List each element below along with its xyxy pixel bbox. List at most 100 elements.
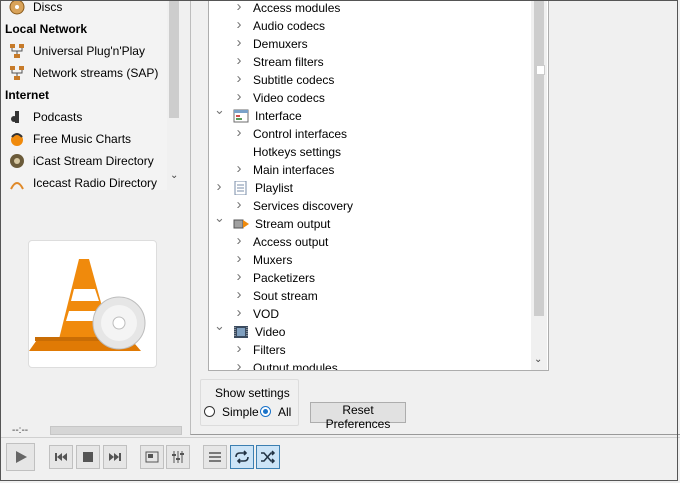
chevron-right-icon[interactable]: › — [234, 88, 244, 105]
tree-item-access-modules[interactable]: › Access modules — [209, 0, 531, 17]
show-settings-title: Show settings — [214, 386, 291, 400]
network-icon — [9, 43, 25, 59]
sidebar-item-label: Icecast Radio Directory — [33, 176, 158, 190]
sidebar-item-icast[interactable]: iCast Stream Directory — [9, 150, 154, 172]
time-elapsed: --:-- — [12, 425, 29, 436]
preferences-tree[interactable]: › Access modules › Audio codecs › Demuxers › St… — [208, 0, 549, 371]
chevron-right-icon[interactable]: › — [234, 250, 244, 267]
playlist-button[interactable] — [203, 445, 227, 469]
tree-item-label: Playlist — [255, 181, 294, 195]
chevron-right-icon[interactable]: › — [234, 196, 244, 213]
tree-item-label: Services discovery — [253, 199, 354, 213]
tree-item-label: Muxers — [253, 253, 293, 267]
sidebar-item-icecast[interactable]: Icecast Radio Directory — [9, 172, 157, 190]
tree-item-stream-filters[interactable]: › Stream filters — [209, 52, 531, 71]
previous-button[interactable] — [49, 445, 73, 469]
reset-preferences-button[interactable]: Reset Preferences — [310, 402, 406, 431]
scroll-marker — [536, 65, 545, 75]
play-icon — [15, 451, 27, 463]
chevron-right-icon[interactable]: › — [234, 34, 244, 51]
tree-scroll-thumb[interactable] — [534, 0, 544, 316]
chevron-right-icon[interactable]: › — [234, 358, 244, 370]
tree-item-label: Demuxers — [253, 37, 308, 51]
tree-item-vod[interactable]: › VOD — [209, 304, 531, 323]
tree-item-packetizers[interactable]: › Packetizers — [209, 268, 531, 287]
tree-item-demuxers[interactable]: › Demuxers — [209, 34, 531, 53]
sidebar-item-label: Free Music Charts — [33, 132, 132, 146]
tree-item-label: Filters — [253, 343, 286, 357]
tree-item-label: Sout stream — [253, 289, 318, 303]
tree-item-sout-stream[interactable]: › Sout stream — [209, 286, 531, 305]
extended-settings-icon — [172, 451, 184, 463]
sidebar-item-upnp[interactable]: Universal Plug'n'Play — [9, 40, 145, 62]
fullscreen-icon — [145, 451, 159, 463]
chevron-right-icon[interactable]: › — [234, 160, 244, 177]
tree-item-label: Packetizers — [253, 271, 316, 285]
sidebar-item-network-streams[interactable]: Network streams (SAP) — [9, 62, 158, 84]
next-button[interactable] — [103, 445, 127, 469]
tree-item-control-interfaces[interactable]: › Control interfaces — [209, 124, 531, 143]
chevron-down-icon[interactable]: ⌄ — [534, 354, 542, 365]
tree-item-audio-codecs[interactable]: › Audio codecs — [209, 16, 531, 35]
chevron-right-icon[interactable]: › — [234, 70, 244, 87]
tree-item-playlist[interactable]: › Playlist — [209, 178, 531, 197]
tree-item-label: Hotkeys settings — [253, 145, 342, 159]
chevron-right-icon[interactable]: › — [234, 124, 244, 141]
chevron-right-icon[interactable]: › — [234, 268, 244, 285]
tree-item-video-codecs[interactable]: › Video codecs — [209, 88, 531, 107]
chevron-right-icon[interactable]: › — [234, 304, 244, 321]
tree-item-subtitle-codecs[interactable]: › Subtitle codecs — [209, 70, 531, 89]
shuffle-button[interactable] — [256, 445, 280, 469]
chevron-down-icon[interactable]: ⌄ — [170, 170, 178, 181]
tree-item-label: Stream filters — [253, 55, 324, 69]
icecast-icon — [9, 175, 25, 190]
tree-item-muxers[interactable]: › Muxers — [209, 250, 531, 269]
tree-item-services-discovery[interactable]: › Services discovery — [209, 196, 531, 215]
podcast-icon — [9, 109, 25, 125]
tree-item-output-modules[interactable]: › Output modules — [209, 358, 531, 371]
tree-item-access-output[interactable]: › Access output — [209, 232, 531, 251]
tree-item-video[interactable]: ⌄ Video — [209, 318, 531, 341]
fullscreen-button[interactable] — [140, 445, 164, 469]
chevron-right-icon[interactable]: › — [234, 52, 244, 69]
simple-radio-label: Simple — [222, 405, 259, 419]
sidebar-heading-local-network: Local Network — [5, 22, 88, 36]
simple-radio[interactable] — [204, 406, 215, 417]
tree-item-stream-output[interactable]: ⌄ Stream output — [209, 210, 531, 233]
tree-item-label: Control interfaces — [253, 127, 348, 141]
tree-item-main-interfaces[interactable]: › Main interfaces — [209, 160, 531, 179]
sidebar-item-label: Universal Plug'n'Play — [33, 44, 145, 58]
seek-bar[interactable] — [50, 426, 182, 435]
chevron-right-icon[interactable]: › — [234, 0, 244, 15]
chevron-right-icon[interactable]: › — [214, 178, 224, 195]
sidebar-item-podcasts[interactable]: Podcasts — [9, 106, 82, 128]
disc-icon — [9, 0, 25, 15]
chevron-right-icon[interactable]: › — [234, 16, 244, 33]
tree-item-filters[interactable]: › Filters — [209, 340, 531, 359]
stop-button[interactable] — [76, 445, 100, 469]
sidebar-scrollbar[interactable]: ⌄ — [167, 0, 181, 190]
tree-item-hotkeys-settings[interactable]: Hotkeys settings — [209, 143, 531, 161]
sidebar-item-discs[interactable]: Discs — [9, 0, 62, 18]
loop-button[interactable] — [230, 445, 254, 469]
chevron-down-icon[interactable]: ⌄ — [214, 318, 225, 334]
media-sidebar: Discs Local Network Universal Plug'n'Pla… — [1, 0, 181, 190]
chevron-right-icon[interactable]: › — [234, 340, 244, 357]
tree-item-label: Output modules — [253, 361, 338, 371]
sidebar-scroll-thumb[interactable] — [169, 0, 179, 118]
play-button[interactable] — [6, 443, 35, 471]
chevron-down-icon[interactable]: ⌄ — [214, 210, 225, 226]
tree-item-label: Access modules — [253, 1, 341, 15]
sidebar-item-free-music-charts[interactable]: Free Music Charts — [9, 128, 131, 150]
tree-scrollbar[interactable]: ⌄ — [531, 0, 547, 370]
all-radio[interactable] — [260, 406, 271, 417]
stream-output-icon — [233, 217, 249, 231]
chevron-down-icon[interactable]: ⌄ — [214, 102, 225, 118]
chevron-right-icon[interactable]: › — [234, 286, 244, 303]
tree-item-interface[interactable]: ⌄ Interface — [209, 102, 531, 125]
extended-settings-button[interactable] — [166, 445, 190, 469]
sidebar-heading-internet: Internet — [5, 88, 50, 102]
chevron-right-icon[interactable]: › — [234, 232, 244, 249]
playlist-icon — [233, 180, 249, 196]
sidebar-item-label: Podcasts — [33, 110, 83, 124]
